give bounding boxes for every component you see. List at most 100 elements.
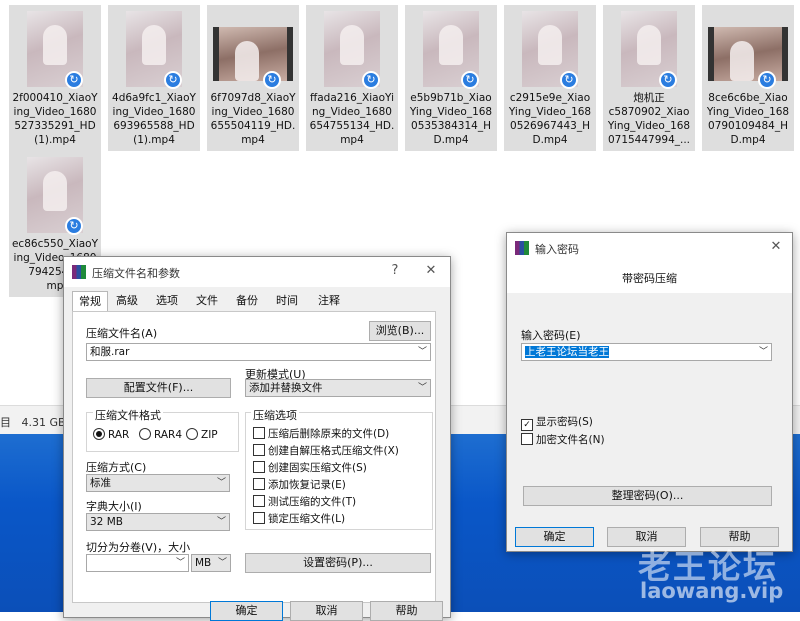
checkbox-box [253,512,265,524]
thumbnail-figure [340,25,364,65]
watermark-url: laowang.vip [640,579,784,603]
file-name-line: D.mp4 [433,134,469,146]
tab-advanced[interactable]: 高级 [112,291,142,311]
tab-files[interactable]: 文件 [192,291,222,311]
tab-comment[interactable]: 注释 [314,291,344,311]
show-password-checkbox[interactable]: ✓ 显示密码(S) [521,414,593,431]
tab-options[interactable]: 选项 [152,291,182,311]
checkbox-box [521,433,533,445]
method-label: 压缩方式(C) [86,461,147,474]
file-name-line: 8ce6c6be_Xiao [708,92,788,104]
file-tile[interactable]: ↻ e5b9b71b_Xiao Ying_Video_168 0535384314_H… [405,5,497,151]
profiles-button[interactable]: 配置文件(F)... [86,378,231,398]
options-label: 压缩选项 [251,407,299,423]
split-size-field[interactable]: ﹀ [86,554,189,572]
file-name: 2f000410_XiaoY ing_Video_1680 527335291_HD… [11,91,99,147]
option-label: 测试压缩的文件(T) [268,496,357,508]
option-label: 锁定压缩文件(L) [268,513,346,525]
help-icon[interactable]: ? [384,261,406,281]
file-name-line: mp4 [241,134,265,146]
password-dialog: 输入密码 ✕ 带密码压缩 输入密码(E) 上老王论坛当老王 ﹀ ✓ 显示密码(S) … [506,232,793,552]
radio-indicator [93,428,105,440]
file-name: e5b9b71b_Xiao Ying_Video_168 0535384314_H D… [407,91,495,147]
chevron-down-icon: ﹀ [417,347,427,357]
password-dialog-titlebar: 输入密码 ✕ [507,233,792,263]
file-name-line: 0526967443_H [510,120,590,132]
split-unit-select[interactable]: MB ﹀ [191,554,231,572]
tab-backup[interactable]: 备份 [232,291,262,311]
thumbnail-figure [637,25,661,65]
archive-cancel-button[interactable]: 取消 [290,601,363,621]
archive-ok-button[interactable]: 确定 [210,601,283,621]
option-label: 压缩后删除原来的文件(D) [268,428,390,440]
method-value: 标准 [90,477,111,489]
file-name-line: ing_Video_1680 [112,106,196,118]
video-player-icon: ↻ [65,217,83,235]
file-name-line: Ying_Video_168 [409,106,493,118]
file-tile[interactable]: ↻ 炮机正 c5870902_Xiao Ying_Video_168 071544799… [603,5,695,151]
browse-button[interactable]: 浏览(B)... [369,321,431,341]
show-password-label: 显示密码(S) [536,416,593,428]
archive-dialog-title: 压缩文件名和参数 [92,267,180,280]
lock-archive-checkbox[interactable]: 锁定压缩文件(L) [253,511,345,526]
video-player-icon: ↻ [758,71,776,89]
thumbnail-figure [730,41,754,81]
format-zip-radio[interactable]: ZIP [186,428,218,441]
file-name-line: 4d6a9fc1_XiaoY [112,92,196,104]
video-player-icon: ↻ [659,71,677,89]
archive-name-dialog: 压缩文件名和参数 ? ✕ 常规 高级 选项 文件 备份 时间 注释 压缩文件名(… [63,256,451,621]
close-icon[interactable]: ✕ [420,261,442,281]
test-files-checkbox[interactable]: 测试压缩的文件(T) [253,494,356,509]
solid-checkbox[interactable]: 创建固实压缩文件(S) [253,460,367,475]
video-player-icon: ↻ [263,71,281,89]
file-tile[interactable]: ↻ 8ce6c6be_Xiao Ying_Video_168 0790109484_H… [702,5,794,151]
format-rar4-radio[interactable]: RAR4 [139,428,182,441]
radio-indicator [186,428,198,440]
password-input[interactable]: 上老王论坛当老王 ﹀ [521,343,772,361]
file-name-line: D.mp4 [532,134,568,146]
thumbnail-figure [43,171,67,211]
file-name-line: 654755134_HD. [309,120,395,132]
format-rar4-label: RAR4 [154,429,183,441]
file-tile[interactable]: ↻ c2915e9e_Xiao Ying_Video_168 0526967443_H… [504,5,596,151]
password-label: 输入密码(E) [521,329,581,342]
set-password-button[interactable]: 设置密码(P)... [245,553,431,573]
close-icon[interactable]: ✕ [765,237,787,257]
file-name: 炮机正 c5870902_Xiao Ying_Video_168 0715447994… [605,91,693,147]
format-rar-label: RAR [108,429,130,441]
file-name-line: 527335291_HD [14,120,96,132]
video-thumbnail [708,27,788,81]
delete-after-checkbox[interactable]: 压缩后删除原来的文件(D) [253,426,389,441]
video-player-icon: ↻ [65,71,83,89]
organize-passwords-button[interactable]: 整理密码(O)... [523,486,772,506]
recovery-record-checkbox[interactable]: 添加恢复记录(E) [253,477,346,492]
dict-select[interactable]: 32 MB ﹀ [86,513,230,531]
file-name-line: 6f7097d8_XiaoY [210,92,296,104]
file-name-line: 0790109484_H [708,120,788,132]
encrypt-names-checkbox[interactable]: 加密文件名(N) [521,432,605,447]
sfx-checkbox[interactable]: 创建自解压格式压缩文件(X) [253,443,399,458]
file-name: 6f7097d8_XiaoY ing_Video_1680 655504119_HD… [209,91,297,147]
update-mode-select[interactable]: 添加并替换文件 ﹀ [245,379,431,397]
password-ok-button[interactable]: 确定 [515,527,594,547]
thumbnail-figure [142,25,166,65]
checkbox-box [253,427,265,439]
file-name-line: Ying_Video_168 [706,106,790,118]
archive-help-button[interactable]: 帮助 [370,601,443,621]
file-tile[interactable]: ↻ 6f7097d8_XiaoY ing_Video_1680 655504119_H… [207,5,299,151]
method-select[interactable]: 标准 ﹀ [86,474,230,492]
archive-name-field[interactable]: 和服.rar ﹀ [86,343,431,361]
file-tile[interactable]: ↻ 2f000410_XiaoY ing_Video_1680 527335291_H… [9,5,101,151]
checkbox-box [253,478,265,490]
file-tile[interactable]: ↻ 4d6a9fc1_XiaoY ing_Video_1680 693965588_H… [108,5,200,151]
file-tile[interactable]: ↻ ffada216_XiaoYi ng_Video_1680 654755134_H… [306,5,398,151]
file-name-line: ng_Video_1680 [312,106,392,118]
password-dialog-title: 输入密码 [535,243,579,256]
file-name-line: Ying_Video_168 [508,106,592,118]
file-name-line: c2915e9e_Xiao [509,92,591,104]
tab-general[interactable]: 常规 [72,291,108,312]
checkbox-box [253,444,265,456]
file-name-line: 0535384314_H [411,120,491,132]
tab-time[interactable]: 时间 [272,291,302,311]
format-rar-radio[interactable]: RAR [93,428,129,441]
